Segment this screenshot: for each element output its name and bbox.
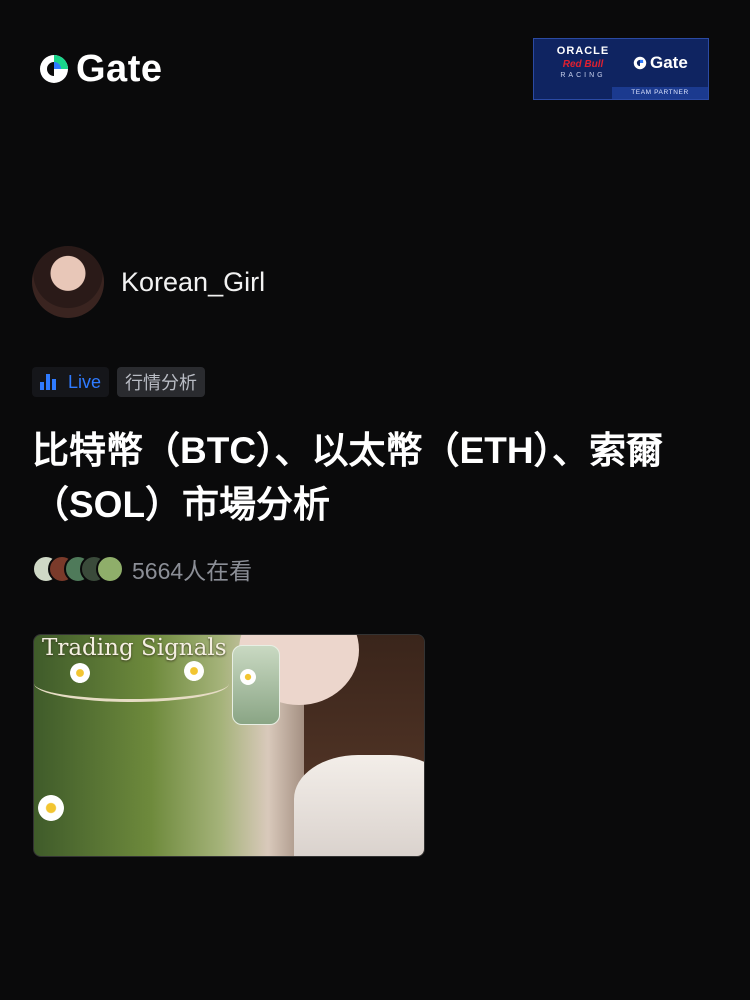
gate-logo-icon [40,55,68,83]
category-tag-label: 行情分析 [125,373,198,393]
live-tag: Live [32,367,110,397]
gate-logo-icon [633,56,647,70]
gate-logo[interactable]: Gate [36,48,162,90]
badge-footer: TEAM PARTNER [612,87,708,99]
daisy-icon [38,795,64,821]
post-title[interactable]: 比特幣（BTC）、以太幣（ETH）、索爾（SOL）市場分析 [32,424,722,532]
badge-gate-logo: Gate [632,53,688,73]
viewer-row: 5664人在看 [32,552,252,586]
badge-line3: RACING [560,72,606,79]
badge-gate-text: Gate [650,53,688,72]
thumbnail-jar [232,645,280,725]
category-tag[interactable]: 行情分析 [117,367,206,397]
author-name[interactable]: Korean_Girl [121,267,265,298]
team-partner-badge: ORACLE Red Bull RACING Gate TEAM PARTNER [533,38,709,100]
viewer-avatar [96,555,124,583]
daisy-icon [240,669,256,685]
thumbnail-caption: Trading Signals [42,635,227,661]
thumbnail-dress [294,755,424,856]
daisy-icon [184,661,204,681]
badge-line2: Red Bull [562,59,604,70]
author-row[interactable]: Korean_Girl [32,246,265,318]
viewer-avatars [32,555,124,583]
viewer-count: 5664人在看 [132,558,253,584]
logo-text: Gate [76,48,163,90]
tag-row: Live 行情分析 [32,367,206,397]
bar-chart-icon [40,374,58,390]
live-tag-label: Live [68,371,102,392]
avatar[interactable] [32,246,104,318]
daisy-icon [70,663,90,683]
stream-thumbnail[interactable]: Trading Signals [33,634,425,857]
badge-line1: ORACLE [556,45,610,57]
